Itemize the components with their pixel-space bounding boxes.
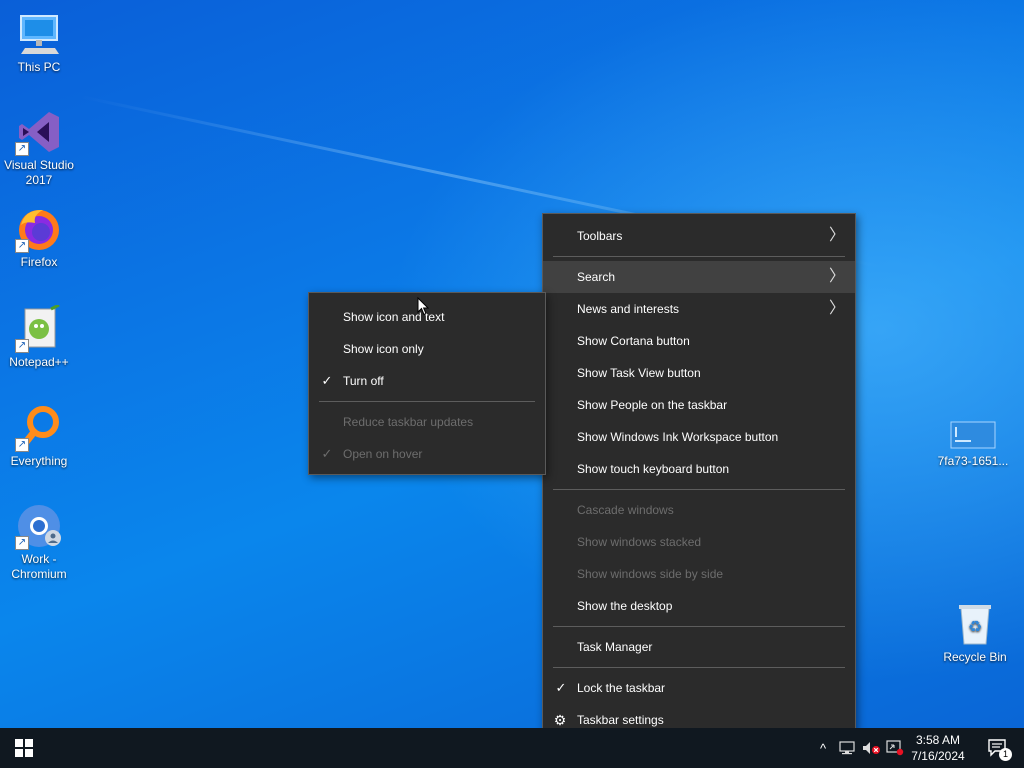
menu-item-label: Search — [577, 270, 616, 284]
menu-item-toolbars[interactable]: Toolbars 〉 — [543, 220, 855, 252]
menu-item-show-cortana-button[interactable]: Show Cortana button — [543, 325, 855, 357]
menu-item-label: Task Manager — [577, 640, 653, 654]
desktop-icon-label: 2017 — [25, 173, 53, 187]
image-file-icon — [949, 418, 997, 452]
submenu-item-reduce-taskbar-updates: Reduce taskbar updates — [309, 406, 545, 438]
system-clock[interactable]: 3:58 AM 7/16/2024 — [906, 728, 970, 768]
menu-separator — [553, 667, 845, 668]
chevron-right-icon: 〉 — [828, 300, 845, 317]
menu-item-show-windows-side-by-side: Show windows side by side — [543, 558, 855, 590]
checkmark-icon: ✓ — [321, 446, 333, 461]
menu-separator — [553, 626, 845, 627]
chromium-icon: ↗ — [15, 502, 63, 550]
action-center-button[interactable]: 1 — [978, 728, 1018, 768]
menu-item-show-the-desktop[interactable]: Show the desktop — [543, 590, 855, 622]
desktop-icon-label: This PC — [17, 60, 61, 74]
notepad-plus-plus-icon: ↗ — [15, 303, 63, 353]
menu-item-label: Show touch keyboard button — [577, 462, 730, 476]
desktop-icon-label: Everything — [10, 454, 68, 468]
menu-item-label: Taskbar settings — [577, 713, 664, 727]
recycle-bin-icon: ♻ — [951, 600, 999, 648]
mouse-cursor-icon — [417, 297, 429, 316]
menu-separator — [553, 256, 845, 257]
submenu-item-turn-off[interactable]: ✓ Turn off — [309, 365, 545, 397]
svg-text:♻: ♻ — [968, 617, 982, 636]
desktop-icon-label: Visual Studio — [4, 158, 74, 172]
chevron-right-icon: 〉 — [828, 268, 845, 285]
menu-item-label: Lock the taskbar — [577, 681, 666, 695]
menu-item-label: Show icon only — [343, 342, 424, 356]
start-button[interactable] — [0, 728, 48, 768]
menu-item-show-touch-keyboard[interactable]: Show touch keyboard button — [543, 453, 855, 485]
magnifier-icon: ↗ — [15, 404, 63, 452]
tray-overflow-chevron-icon[interactable]: ^ — [812, 728, 834, 768]
chevron-right-icon: 〉 — [828, 227, 845, 244]
menu-item-search[interactable]: Search 〉 — [543, 261, 855, 293]
desktop-icon-label: Chromium — [11, 567, 67, 581]
clock-date: 7/16/2024 — [911, 749, 965, 763]
desktop-icon-label: 7fa73-1651... — [937, 454, 1009, 468]
shortcut-arrow-icon: ↗ — [15, 438, 29, 452]
menu-item-label: Show windows stacked — [577, 535, 702, 549]
menu-item-lock-the-taskbar[interactable]: ✓ Lock the taskbar — [543, 672, 855, 704]
menu-item-label: Show Task View button — [577, 366, 701, 380]
menu-item-label: Toolbars — [577, 229, 623, 243]
desktop-icon-work-chromium[interactable]: ↗ Work - Chromium — [0, 502, 78, 582]
menu-item-label: Reduce taskbar updates — [343, 415, 474, 429]
computer-icon — [15, 10, 63, 58]
menu-item-label: Show Cortana button — [577, 334, 690, 348]
desktop-icon-label: Recycle Bin — [943, 650, 1007, 664]
notification-count-badge: 1 — [999, 748, 1012, 761]
windows-logo-icon — [15, 739, 33, 757]
menu-item-show-people[interactable]: Show People on the taskbar — [543, 389, 855, 421]
desktop-icon-notepad-plus-plus[interactable]: ↗ Notepad++ — [0, 303, 78, 370]
submenu-item-open-on-hover: ✓ Open on hover — [309, 438, 545, 470]
taskbar: ^ 3:58 AM 7/16/2024 1 — [0, 728, 1024, 768]
menu-separator — [553, 489, 845, 490]
visual-studio-icon: ↗ — [15, 108, 63, 156]
menu-item-label: Show windows side by side — [577, 567, 724, 581]
remote-access-icon[interactable] — [884, 728, 906, 768]
menu-item-label: Show the desktop — [577, 599, 673, 613]
menu-item-news-and-interests[interactable]: News and interests 〉 — [543, 293, 855, 325]
menu-item-label: News and interests — [577, 302, 680, 316]
menu-item-label: Show Windows Ink Workspace button — [577, 430, 779, 444]
menu-item-label: Show icon and text — [343, 310, 445, 324]
menu-item-label: Cascade windows — [577, 503, 674, 517]
desktop-icon-label: Firefox — [20, 255, 58, 269]
menu-item-label: Turn off — [343, 374, 384, 388]
desktop-icon-visual-studio[interactable]: ↗ Visual Studio 2017 — [0, 108, 78, 188]
menu-item-cascade-windows: Cascade windows — [543, 494, 855, 526]
firefox-icon: ↗ — [15, 205, 63, 253]
shortcut-arrow-icon: ↗ — [15, 142, 29, 156]
submenu-item-show-icon-only[interactable]: Show icon only — [309, 333, 545, 365]
menu-item-label: Open on hover — [343, 447, 423, 461]
menu-separator — [319, 401, 535, 402]
desktop-icon-recycle-bin[interactable]: ♻ Recycle Bin — [936, 600, 1014, 665]
menu-item-show-windows-stacked: Show windows stacked — [543, 526, 855, 558]
desktop-icon-everything[interactable]: ↗ Everything — [0, 404, 78, 469]
checkmark-icon: ✓ — [555, 680, 567, 695]
desktop-icon-image-file[interactable]: 7fa73-1651... — [934, 418, 1012, 469]
search-submenu: Show icon and text Show icon only ✓ Turn… — [308, 292, 546, 475]
clock-time: 3:58 AM — [915, 733, 961, 747]
shortcut-arrow-icon: ↗ — [15, 536, 29, 550]
desktop-icon-label: Notepad++ — [9, 355, 69, 369]
menu-item-task-manager[interactable]: Task Manager — [543, 631, 855, 663]
shortcut-arrow-icon: ↗ — [15, 239, 29, 253]
menu-item-show-ink-workspace[interactable]: Show Windows Ink Workspace button — [543, 421, 855, 453]
desktop-icon-this-pc[interactable]: This PC — [0, 10, 78, 75]
network-icon[interactable] — [836, 728, 858, 768]
desktop-icon-label: Work - — [21, 552, 57, 566]
checkmark-icon: ✓ — [321, 373, 333, 388]
volume-muted-icon[interactable] — [860, 728, 882, 768]
shortcut-arrow-icon: ↗ — [15, 339, 29, 353]
menu-item-show-task-view-button[interactable]: Show Task View button — [543, 357, 855, 389]
desktop-icon-firefox[interactable]: ↗ Firefox — [0, 205, 78, 270]
menu-item-label: Show People on the taskbar — [577, 398, 728, 412]
taskbar-context-menu: Toolbars 〉 Search 〉 News and interests 〉… — [542, 213, 856, 741]
